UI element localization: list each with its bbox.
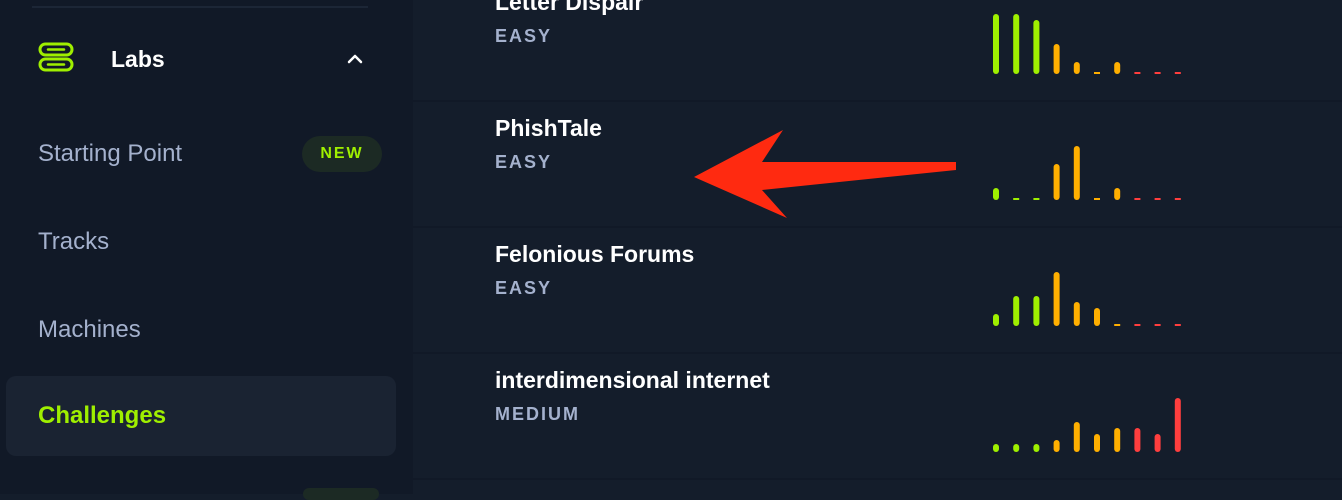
challenge-difficulty: EASY [495,278,553,298]
rating-bar [1013,198,1020,200]
rating-bar [1134,72,1141,74]
difficulty-rating-chart [993,398,1181,452]
rating-bar [1174,398,1181,452]
rating-bar [1154,72,1161,74]
sidebar-item-tracks[interactable]: Tracks [6,202,396,282]
rating-bar [1094,434,1100,452]
rating-bar [1073,62,1080,74]
rating-bar [1114,188,1121,200]
difficulty-rating-chart [993,146,1181,200]
rating-bar [1053,44,1060,74]
rating-bar [1114,62,1121,74]
difficulty-rating-chart [993,272,1181,326]
rating-bar [1134,198,1141,200]
sidebar-item-machines[interactable]: Machines [6,290,396,370]
rating-bar [1174,72,1181,74]
rating-bar [1174,198,1181,200]
challenge-row[interactable]: Letter Dispair EASY [413,0,1342,102]
sidebar-item-label: Tracks [38,228,110,255]
rating-bar [1174,324,1181,326]
challenge-name[interactable]: PhishTale [495,115,602,142]
challenge-name[interactable]: Felonious Forums [495,241,694,268]
sidebar-item-label: Challenges [38,402,167,429]
challenge-difficulty: EASY [495,152,553,172]
rating-bar [1114,324,1121,326]
rating-bar [1053,272,1060,326]
sidebar-section-label: Labs [111,46,165,72]
challenge-difficulty: EASY [495,26,553,46]
rating-bar [1094,308,1100,326]
sidebar-item-starting-point[interactable]: Starting Point NEW [6,114,396,194]
annotation-arrow [694,130,956,218]
sidebar-item-challenges[interactable]: Challenges [6,376,396,456]
rating-bar [1033,444,1040,452]
row-divider [413,478,1342,480]
rating-bar [1013,296,1020,326]
sidebar-item-label: Machines [38,316,141,343]
rating-bar [1134,428,1141,452]
challenge-list: Letter Dispair EASY PhishTale EASY Felon… [413,0,1342,494]
rating-bar [1053,440,1060,452]
rating-bar [1053,164,1060,200]
rating-bar [1134,324,1141,326]
challenge-name[interactable]: interdimensional internet [495,367,770,394]
badge-partial [303,488,379,500]
challenge-name[interactable]: Letter Dispair [495,0,643,16]
rating-bar [1013,14,1020,74]
sidebar-section-labs[interactable]: Labs [0,30,413,90]
rating-bar [1033,20,1040,74]
server-stack-icon [38,42,74,72]
rating-bar [1094,72,1100,74]
rating-bar [1013,444,1020,452]
rating-bar [1154,198,1161,200]
difficulty-rating-chart [993,14,1181,74]
rating-bar [993,314,999,326]
rating-bar [993,14,999,74]
rating-bar [1114,428,1121,452]
challenge-row[interactable]: interdimensional internet MEDIUM [413,354,1342,480]
rating-bar [1154,434,1161,452]
new-badge: NEW [302,136,382,172]
rating-bar [1073,146,1080,200]
rating-bar [1033,296,1040,326]
chevron-up-icon[interactable] [344,50,366,66]
sidebar-item-label: Starting Point [38,140,183,167]
rating-bar [993,188,999,200]
rating-bar [1094,198,1100,200]
rating-bar [1154,324,1161,326]
rating-bar [1073,302,1080,326]
challenge-row[interactable]: Felonious Forums EASY [413,228,1342,354]
sidebar-divider [32,6,368,8]
challenge-difficulty: MEDIUM [495,404,580,424]
sidebar: Labs Starting Point NEW Tracks Machines … [0,0,413,500]
rating-bar [993,444,999,452]
rating-bar [1073,422,1080,452]
rating-bar [1033,198,1040,200]
